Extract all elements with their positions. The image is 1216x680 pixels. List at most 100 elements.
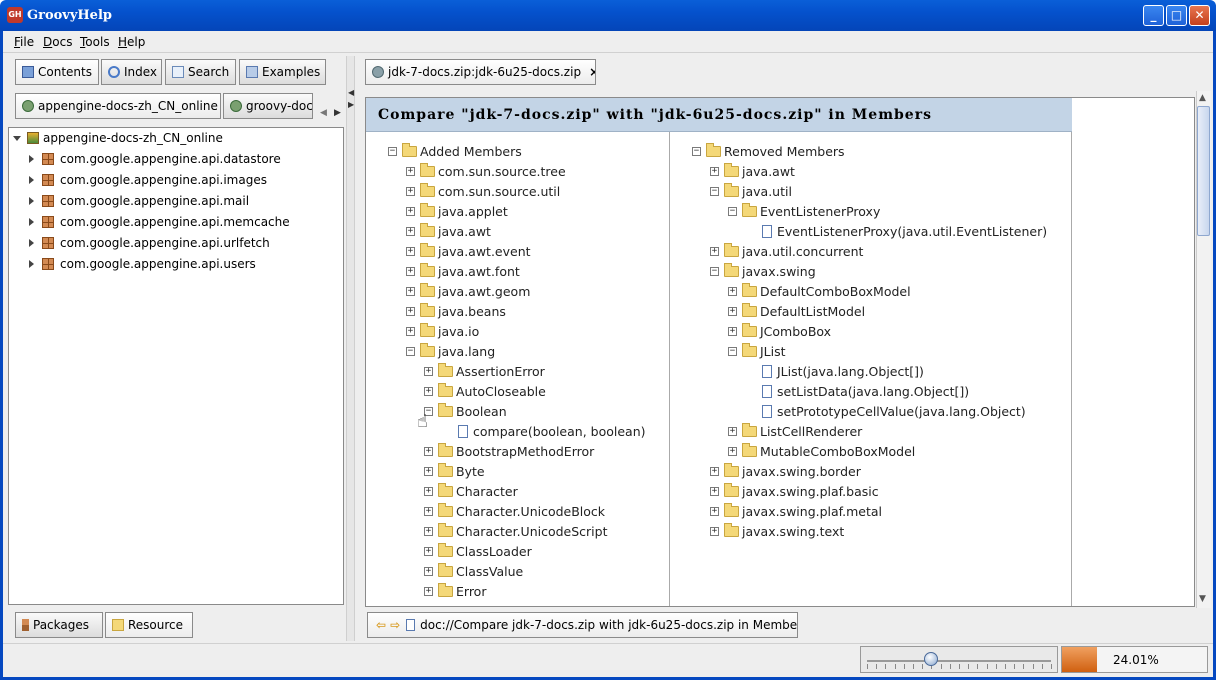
collapse-left-arrow-icon[interactable]: ◀ <box>348 88 354 97</box>
maximize-button[interactable]: □ <box>1166 5 1187 26</box>
tree-item[interactable]: com.google.appengine.api.mail <box>29 191 249 212</box>
class-node[interactable]: ClassLoader <box>438 542 532 562</box>
zoom-slider[interactable] <box>860 646 1058 673</box>
member-node[interactable]: JList(java.lang.Object[]) <box>762 362 924 382</box>
expand-toggle-icon[interactable]: + <box>710 467 719 476</box>
package-node[interactable]: java.awt.event <box>420 242 531 262</box>
added-members-node[interactable]: Added Members <box>402 142 522 162</box>
scrollbar-thumb[interactable] <box>1197 106 1210 236</box>
collapse-toggle-icon[interactable]: − <box>728 207 737 216</box>
member-node[interactable]: setListData(java.lang.Object[]) <box>762 382 969 402</box>
tab-scroll-left-button[interactable]: ◀ <box>320 108 327 118</box>
package-node[interactable]: java.awt <box>420 222 491 242</box>
tab-search[interactable]: Search <box>165 59 236 85</box>
package-node[interactable]: java.beans <box>420 302 506 322</box>
expand-toggle-icon[interactable]: + <box>424 527 433 536</box>
menu-help[interactable]: Help <box>118 35 145 49</box>
class-node-boolean[interactable]: Boolean <box>438 402 507 422</box>
title-bar[interactable]: GH GroovyHelp _ □ ✕ <box>0 0 1216 31</box>
scroll-down-arrow-icon[interactable]: ▼ <box>1199 594 1206 604</box>
expand-toggle-icon[interactable]: + <box>710 487 719 496</box>
menu-tools[interactable]: Tools <box>80 35 110 49</box>
member-node[interactable]: EventListenerProxy(java.util.EventListen… <box>762 222 1047 242</box>
class-node[interactable]: AssertionError <box>438 362 545 382</box>
expand-arrow-icon[interactable] <box>29 155 34 163</box>
class-node[interactable]: ClassValue <box>438 562 523 582</box>
forward-arrow-icon[interactable]: ⇨ <box>390 618 400 632</box>
expand-toggle-icon[interactable]: + <box>710 527 719 536</box>
menu-docs[interactable]: Docs <box>43 35 72 49</box>
expand-toggle-icon[interactable]: + <box>424 587 433 596</box>
expand-toggle-icon[interactable]: + <box>406 167 415 176</box>
expand-toggle-icon[interactable]: + <box>406 227 415 236</box>
class-node[interactable]: Error <box>438 582 486 602</box>
slider-knob[interactable] <box>924 652 938 666</box>
minimize-button[interactable]: _ <box>1143 5 1164 26</box>
tree-item[interactable]: com.google.appengine.api.datastore <box>29 149 281 170</box>
class-node[interactable]: AutoCloseable <box>438 382 546 402</box>
expand-toggle-icon[interactable]: + <box>728 307 737 316</box>
package-node[interactable]: javax.swing.plaf.basic <box>724 482 879 502</box>
class-node[interactable]: Character <box>438 482 518 502</box>
tab-packages[interactable]: Packages <box>15 612 103 638</box>
collapse-toggle-icon[interactable]: − <box>692 147 701 156</box>
expand-toggle-icon[interactable]: + <box>424 387 433 396</box>
packages-tree[interactable]: appengine-docs-zh_CN_online com.google.a… <box>8 127 344 605</box>
tree-item[interactable]: com.google.appengine.api.images <box>29 170 267 191</box>
package-node[interactable]: com.sun.source.util <box>420 182 560 202</box>
package-node[interactable]: java.io <box>420 322 479 342</box>
expand-toggle-icon[interactable]: + <box>406 247 415 256</box>
collapse-toggle-icon[interactable]: − <box>388 147 397 156</box>
expand-toggle-icon[interactable]: + <box>710 507 719 516</box>
expand-arrow-icon[interactable] <box>29 218 34 226</box>
removed-members-node[interactable]: Removed Members <box>706 142 845 162</box>
expand-arrow-icon[interactable] <box>29 260 34 268</box>
expand-arrow-icon[interactable] <box>29 239 34 247</box>
collapse-toggle-icon[interactable]: − <box>406 347 415 356</box>
class-node[interactable]: ListCellRenderer <box>742 422 862 442</box>
close-button[interactable]: ✕ <box>1189 5 1210 26</box>
tab-appengine-docs[interactable]: appengine-docs-zh_CN_online <box>15 93 221 119</box>
tree-item[interactable]: com.google.appengine.api.urlfetch <box>29 233 270 254</box>
expand-toggle-icon[interactable]: + <box>406 287 415 296</box>
expand-toggle-icon[interactable]: + <box>424 367 433 376</box>
expand-toggle-icon[interactable]: + <box>424 447 433 456</box>
expand-toggle-icon[interactable]: + <box>406 207 415 216</box>
expand-toggle-icon[interactable]: + <box>728 327 737 336</box>
package-node[interactable]: java.awt <box>724 162 795 182</box>
tab-compare[interactable]: jdk-7-docs.zip:jdk-6u25-docs.zip × <box>365 59 596 85</box>
tab-resource[interactable]: Resource <box>105 612 193 638</box>
class-node[interactable]: DefaultListModel <box>742 302 865 322</box>
class-node[interactable]: JComboBox <box>742 322 831 342</box>
package-node[interactable]: java.applet <box>420 202 508 222</box>
package-node[interactable]: java.util.concurrent <box>724 242 863 262</box>
package-node-java-util[interactable]: java.util <box>724 182 792 202</box>
tab-index[interactable]: Index <box>101 59 162 85</box>
expand-toggle-icon[interactable]: + <box>710 167 719 176</box>
menu-file[interactable]: File <box>14 35 34 49</box>
class-node[interactable]: Character.UnicodeBlock <box>438 502 605 522</box>
tree-root[interactable]: appengine-docs-zh_CN_online <box>13 128 223 149</box>
expand-toggle-icon[interactable]: + <box>424 467 433 476</box>
expand-toggle-icon[interactable]: + <box>728 427 737 436</box>
package-node[interactable]: java.awt.geom <box>420 282 530 302</box>
expand-toggle-icon[interactable]: + <box>406 327 415 336</box>
package-node[interactable]: javax.swing.plaf.metal <box>724 502 882 522</box>
expand-toggle-icon[interactable]: + <box>710 247 719 256</box>
class-node[interactable]: Character.UnicodeScript <box>438 522 607 542</box>
tree-item[interactable]: com.google.appengine.api.memcache <box>29 212 290 233</box>
package-node-javax-swing[interactable]: javax.swing <box>724 262 816 282</box>
expand-toggle-icon[interactable]: + <box>406 267 415 276</box>
class-node[interactable]: EventListenerProxy <box>742 202 880 222</box>
expand-arrow-icon[interactable] <box>29 197 34 205</box>
expand-toggle-icon[interactable]: + <box>406 307 415 316</box>
class-node[interactable]: Byte <box>438 462 485 482</box>
collapse-toggle-icon[interactable]: − <box>710 267 719 276</box>
collapse-toggle-icon[interactable]: − <box>728 347 737 356</box>
package-node-java-lang[interactable]: java.lang <box>420 342 495 362</box>
back-arrow-icon[interactable]: ⇦ <box>376 618 386 632</box>
class-node[interactable]: BootstrapMethodError <box>438 442 594 462</box>
expand-toggle-icon[interactable]: + <box>424 547 433 556</box>
member-node[interactable]: compare(boolean, boolean) <box>458 422 646 442</box>
collapse-arrow-icon[interactable] <box>13 136 21 141</box>
